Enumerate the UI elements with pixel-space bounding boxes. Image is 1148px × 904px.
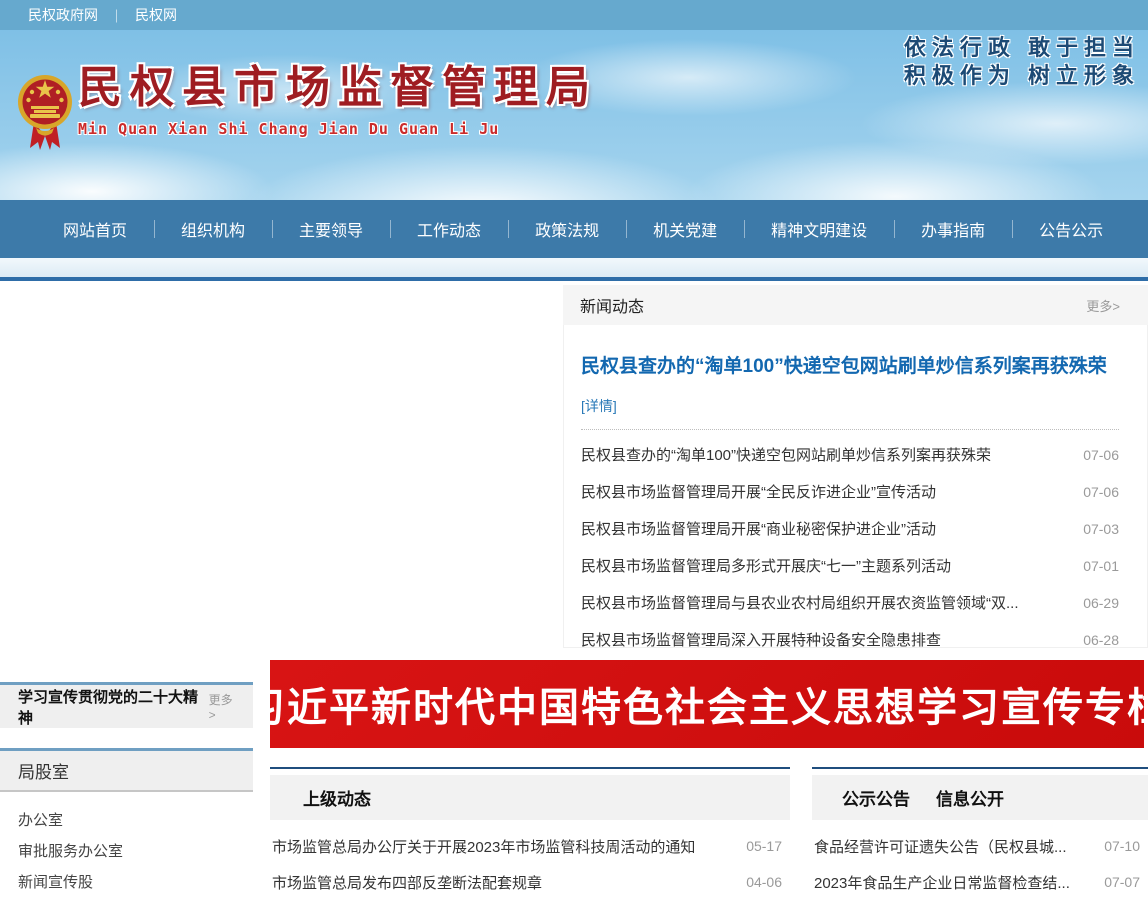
national-emblem-icon bbox=[16, 70, 74, 163]
nav-item-civilization[interactable]: 精神文明建设 bbox=[744, 217, 894, 241]
nav-item-leaders[interactable]: 主要领导 bbox=[272, 217, 390, 241]
notices-panel: 公示公告 信息公开 食品经营许可证遗失公告（民权县城... 07-10 2023… bbox=[812, 767, 1148, 900]
party-congress-spirit-box: 学习宣传贯彻党的二十大精神 更多> bbox=[0, 682, 253, 728]
news-panel: 新闻动态 更多> 民权县查办的“淘单100”快递空包网站刷单炒信系列案再获殊荣 … bbox=[563, 285, 1148, 648]
news-item[interactable]: 民权县查办的“淘单100”快递空包网站刷单炒信系列案再获殊荣 07-06 bbox=[581, 436, 1119, 473]
notice-item[interactable]: 食品经营许可证遗失公告（民权县城... 07-10 bbox=[812, 828, 1148, 864]
upper-news-item-date: 04-06 bbox=[746, 874, 782, 890]
news-item-date: 07-06 bbox=[1083, 447, 1119, 463]
news-item-title: 民权县查办的“淘单100”快递空包网站刷单炒信系列案再获殊荣 bbox=[581, 444, 991, 465]
minquan-site-link[interactable]: 民权网 bbox=[135, 5, 177, 25]
upper-news-list: 市场监管总局办公厅关于开展2023年市场监管科技周活动的通知 05-17 市场监… bbox=[270, 828, 790, 900]
notice-item-date: 07-10 bbox=[1104, 838, 1140, 854]
news-item[interactable]: 民权县市场监督管理局深入开展特种设备安全隐患排查 06-28 bbox=[581, 621, 1119, 648]
dept-item-approval-service[interactable]: 审批服务办公室 bbox=[0, 836, 253, 867]
upper-news-item[interactable]: 市场监管总局办公厅关于开展2023年市场监管科技周活动的通知 05-17 bbox=[270, 828, 790, 864]
cloud-strip bbox=[0, 258, 1148, 277]
carousel-placeholder bbox=[0, 285, 553, 648]
news-item-title: 民权县市场监督管理局深入开展特种设备安全隐患排查 bbox=[581, 629, 941, 648]
nav-item-service-guide[interactable]: 办事指南 bbox=[894, 217, 1012, 241]
news-item-date: 06-29 bbox=[1083, 595, 1119, 611]
banner-text: 习近平新时代中国特色社会主义思想学习宣传专栏 bbox=[245, 675, 1148, 733]
upper-news-item-date: 05-17 bbox=[746, 838, 782, 854]
site-title-pinyin: Min Quan Xian Shi Chang Jian Du Guan Li … bbox=[78, 120, 598, 138]
notice-item-title: 食品经营许可证遗失公告（民权县城... bbox=[814, 836, 1067, 857]
news-panel-header: 新闻动态 更多> bbox=[563, 285, 1148, 325]
news-panel-title: 新闻动态 bbox=[580, 293, 644, 317]
news-item-date: 07-06 bbox=[1083, 484, 1119, 500]
news-list: 民权县查办的“淘单100”快递空包网站刷单炒信系列案再获殊荣 07-06 民权县… bbox=[581, 436, 1119, 648]
site-title-block: 民权县市场监督管理局 Min Quan Xian Shi Chang Jian … bbox=[78, 60, 598, 138]
spirit-box-title: 学习宣传贯彻党的二十大精神 bbox=[18, 686, 209, 728]
dept-item-office[interactable]: 办公室 bbox=[0, 805, 253, 836]
upper-news-header: 上级动态 bbox=[270, 775, 790, 820]
main-content: 新闻动态 更多> 民权县查办的“淘单100”快递空包网站刷单炒信系列案再获殊荣 … bbox=[0, 281, 1148, 904]
departments-box-title: 局股室 bbox=[18, 758, 69, 783]
nav-item-party-building[interactable]: 机关党建 bbox=[626, 217, 744, 241]
upper-news-item[interactable]: 市场监管总局发布四部反垄断法配套规章 04-06 bbox=[270, 864, 790, 900]
news-more-link[interactable]: 更多> bbox=[1086, 296, 1120, 315]
departments-box-header: 局股室 bbox=[0, 748, 253, 792]
news-item[interactable]: 民权县市场监督管理局开展“商业秘密保护进企业”活动 07-03 bbox=[581, 510, 1119, 547]
dotted-separator bbox=[581, 429, 1119, 430]
main-nav: 网站首页 组织机构 主要领导 工作动态 政策法规 机关党建 精神文明建设 办事指… bbox=[0, 200, 1148, 258]
news-item-title: 民权县市场监督管理局多形式开展庆“七一”主题系列活动 bbox=[581, 555, 951, 576]
nav-item-work-news[interactable]: 工作动态 bbox=[390, 217, 508, 241]
news-item[interactable]: 民权县市场监督管理局多形式开展庆“七一”主题系列活动 07-01 bbox=[581, 547, 1119, 584]
news-item-title: 民权县市场监督管理局与县农业农村局组织开展农资监管领域“双... bbox=[581, 592, 1019, 613]
upper-news-item-title: 市场监管总局办公厅关于开展2023年市场监管科技周活动的通知 bbox=[272, 836, 695, 857]
news-item-date: 07-01 bbox=[1083, 558, 1119, 574]
notice-item[interactable]: 2023年食品生产企业日常监督检查结... 07-07 bbox=[812, 864, 1148, 900]
upper-news-item-title: 市场监管总局发布四部反垄断法配套规章 bbox=[272, 872, 542, 893]
spirit-box-more-link[interactable]: 更多> bbox=[209, 691, 239, 722]
notices-list: 食品经营许可证遗失公告（民权县城... 07-10 2023年食品生产企业日常监… bbox=[812, 828, 1148, 900]
slogan-line-2: 积极作为 树立形象 bbox=[904, 62, 1140, 90]
top-links-bar: 民权政府网 ｜ 民权网 bbox=[0, 0, 1148, 30]
tab-public-notices[interactable]: 公示公告 bbox=[842, 785, 910, 810]
notices-header: 公示公告 信息公开 bbox=[812, 775, 1148, 820]
header-slogan: 依法行政 敢于担当 积极作为 树立形象 bbox=[904, 34, 1140, 90]
tab-info-disclosure[interactable]: 信息公开 bbox=[936, 785, 1004, 810]
nav-item-organization[interactable]: 组织机构 bbox=[154, 217, 272, 241]
upper-level-news-panel: 上级动态 市场监管总局办公厅关于开展2023年市场监管科技周活动的通知 05-1… bbox=[270, 767, 790, 900]
topbar-divider: ｜ bbox=[110, 6, 123, 25]
news-item[interactable]: 民权县市场监督管理局开展“全民反诈进企业”宣传活动 07-06 bbox=[581, 473, 1119, 510]
nav-item-policies[interactable]: 政策法规 bbox=[508, 217, 626, 241]
news-item-title: 民权县市场监督管理局开展“全民反诈进企业”宣传活动 bbox=[581, 481, 936, 502]
site-header: 民权县市场监督管理局 Min Quan Xian Shi Chang Jian … bbox=[0, 30, 1148, 200]
news-item[interactable]: 民权县市场监督管理局与县农业农村局组织开展农资监管领域“双... 06-29 bbox=[581, 584, 1119, 621]
site-title: 民权县市场监督管理局 bbox=[78, 60, 598, 116]
xi-thought-study-banner[interactable]: 习近平新时代中国特色社会主义思想学习宣传专栏 bbox=[270, 660, 1144, 748]
news-item-date: 07-03 bbox=[1083, 521, 1119, 537]
gov-site-link[interactable]: 民权政府网 bbox=[28, 5, 98, 25]
news-item-title: 民权县市场监督管理局开展“商业秘密保护进企业”活动 bbox=[581, 518, 936, 539]
upper-news-title: 上级动态 bbox=[303, 785, 371, 810]
departments-list: 办公室 审批服务办公室 新闻宣传股 bbox=[0, 805, 253, 898]
notice-item-date: 07-07 bbox=[1104, 874, 1140, 890]
news-panel-body: 民权县查办的“淘单100”快递空包网站刷单炒信系列案再获殊荣 [详情] 民权县查… bbox=[563, 325, 1148, 648]
nav-item-home[interactable]: 网站首页 bbox=[36, 217, 154, 241]
featured-detail-link[interactable]: [详情] bbox=[581, 396, 617, 416]
slogan-line-1: 依法行政 敢于担当 bbox=[904, 34, 1140, 62]
featured-news-title[interactable]: 民权县查办的“淘单100”快递空包网站刷单炒信系列案再获殊荣 bbox=[581, 351, 1119, 378]
notice-item-title: 2023年食品生产企业日常监督检查结... bbox=[814, 872, 1070, 893]
nav-item-announcements[interactable]: 公告公示 bbox=[1012, 217, 1130, 241]
dept-item-news-publicity[interactable]: 新闻宣传股 bbox=[0, 867, 253, 898]
news-item-date: 06-28 bbox=[1083, 632, 1119, 648]
